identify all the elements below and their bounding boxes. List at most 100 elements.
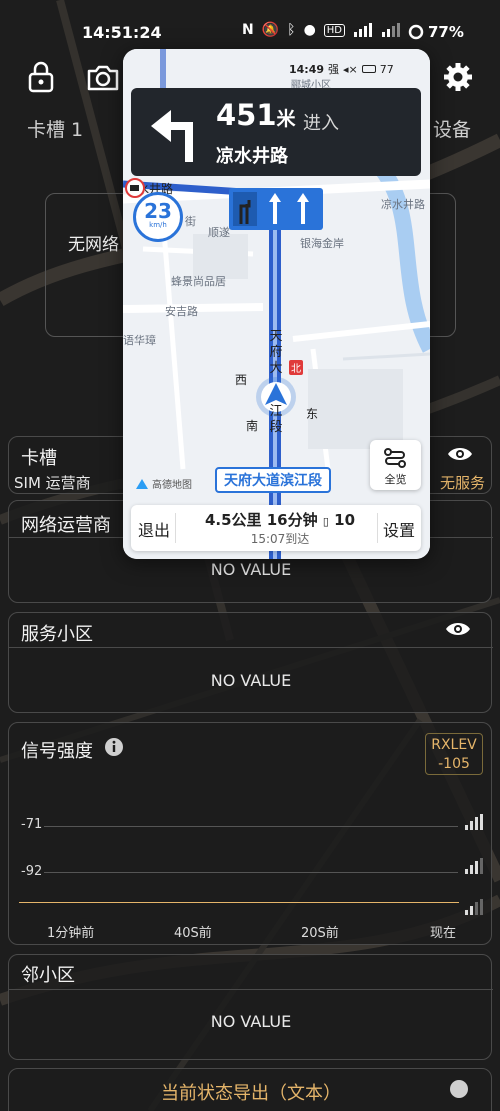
network-operator-value: NO VALUE (210, 560, 292, 579)
rxlev-value: -105 (438, 756, 470, 772)
map-label: 安吉路 (165, 305, 198, 318)
nav-status-time: 14:49 (289, 62, 325, 76)
current-state-title[interactable]: 当前状态导出（文本） (9, 1079, 493, 1105)
no-network-text: 无网络 (68, 235, 119, 255)
speed-limit-unit: km/h (149, 221, 167, 229)
turn-instruction-card: 451米 进入 凉水井路 (131, 88, 421, 176)
tab-device[interactable]: 设备 (433, 115, 471, 142)
map-label: 蜂景尚品居 (171, 275, 226, 288)
neighbor-cells-title: 邻小区 (21, 965, 75, 986)
divider (377, 513, 378, 543)
grid-line (44, 872, 458, 873)
rxlev-badge: RXLEV -105 (425, 733, 483, 775)
signal-icon (354, 23, 373, 37)
signal-bars-icon (465, 858, 483, 874)
exit-button[interactable]: 退出 (138, 517, 170, 541)
serving-cell-panel: 服务小区 NO VALUE (8, 612, 493, 713)
speed-limit-sign: 23 km/h (133, 192, 183, 242)
trip-bar: 退出 4.5公里 16分钟 ▯ 10 15:07到达 设置 (131, 505, 421, 551)
map-label: 语华璋 (123, 334, 156, 347)
divider (9, 647, 493, 648)
signal-bars-icon (465, 899, 483, 915)
distance-value: 451 (216, 98, 277, 132)
info-icon[interactable] (449, 1079, 469, 1099)
turn-action: 进入 (303, 113, 339, 134)
eye-icon[interactable] (447, 445, 473, 463)
info-icon[interactable] (104, 737, 124, 757)
bluetooth-icon: ᛒ (287, 22, 296, 38)
rxlev-label: RXLEV (431, 737, 477, 753)
trip-distance-time: 4.5公里 16分钟 (204, 511, 318, 529)
y-axis-label: -92 (21, 864, 43, 879)
divider (175, 513, 176, 543)
serving-cell-value: NO VALUE (210, 671, 292, 690)
x-axis-label: 20S前 (301, 926, 339, 941)
y-axis-label: -71 (21, 817, 43, 832)
signal-strength-panel: 信号强度 RXLEV -105 -71 -92 1分钟前 40S前 20S前 现… (8, 722, 492, 945)
status-icons: N 🔕 ᛒ ● HD (242, 22, 401, 38)
battery-ring-icon (408, 24, 424, 40)
nav-status-battery: 77 (379, 62, 394, 76)
settings-button[interactable]: 设置 (383, 517, 415, 541)
current-state-panel: 当前状态导出（文本） (8, 1068, 492, 1111)
neighbor-cells-panel: 邻小区 NO VALUE (8, 954, 493, 1060)
neighbor-cells-value: NO VALUE (210, 1012, 292, 1031)
battery-percent: 77% (428, 23, 464, 41)
signal-bars-icon (465, 814, 483, 830)
nfc-icon: N (242, 22, 254, 38)
map-logo-text: 高德地图 (152, 480, 192, 491)
turn-distance: 451米 (216, 98, 296, 132)
signal-strength-title: 信号强度 (21, 741, 93, 762)
x-axis-label: 现在 (430, 926, 457, 941)
compass-south: 南 (246, 419, 259, 433)
status-time: 14:51:24 (82, 23, 162, 42)
overview-label: 全览 (384, 473, 407, 486)
compass-west: 西 (235, 373, 248, 387)
grid-line (44, 826, 458, 827)
map-road-label: 江段 (269, 404, 283, 435)
turn-left-arrow-icon (151, 110, 193, 162)
eye-icon[interactable] (445, 620, 471, 638)
map-label: 银海金岸 (300, 237, 344, 250)
gear-icon[interactable] (443, 62, 473, 92)
map-road-label: 天府大 (269, 329, 283, 376)
map-label: 凉水井路 (381, 198, 425, 211)
lock-icon[interactable] (27, 61, 55, 93)
sim-service-status: 无服务 (439, 474, 485, 492)
map-logo: 高德地图 (135, 476, 192, 491)
nav-status-signal: 强 (328, 63, 340, 76)
trip-summary: 4.5公里 16分钟 ▯ 10 (181, 509, 379, 530)
tab-sim-slot[interactable]: 卡槽 1 (27, 115, 83, 142)
traffic-light-count: 10 (334, 511, 356, 529)
signal-icon (382, 23, 401, 37)
compass-east: 东 (306, 407, 319, 421)
hd-icon: HD (323, 23, 346, 37)
current-road-sign: 天府大道滨江段 (215, 467, 331, 493)
speed-limit-value: 23 (144, 199, 172, 223)
location-icon: ● (303, 22, 316, 38)
overview-button[interactable]: 全览 (370, 440, 421, 490)
lane-guidance (229, 188, 323, 230)
x-axis-label: 1分钟前 (47, 926, 95, 941)
distance-unit: 米 (276, 108, 296, 130)
camera-warning-icon (125, 178, 145, 198)
divider (9, 989, 493, 990)
serving-cell-title: 服务小区 (21, 624, 93, 645)
map-label: 顺遂 (208, 226, 230, 239)
traffic-light-icon: ▯ (322, 515, 329, 528)
signal-line (19, 902, 459, 903)
compass-north: 北 (289, 360, 303, 375)
mute-icon: ◂× (343, 62, 358, 76)
route-overview-icon (384, 448, 406, 468)
nav-status-bar: 14:49 强 ◂× 77 (289, 61, 394, 77)
amap-logo-icon (136, 478, 148, 489)
sim-panel-title: 卡槽 (21, 448, 57, 469)
arrival-time: 15:07到达 (250, 532, 310, 546)
map-label: 街 (185, 215, 196, 228)
battery-indicator: 77% (408, 23, 464, 41)
sim-operator-label: SIM 运营商 (14, 474, 91, 492)
x-axis-label: 40S前 (174, 926, 212, 941)
nav-battery-icon (361, 65, 376, 73)
navigation-overlay[interactable]: 14:49 强 ◂× 77 郦城小区 451米 进入 凉水井路 水井路 凉水井路… (123, 49, 430, 559)
camera-icon[interactable] (85, 63, 121, 93)
